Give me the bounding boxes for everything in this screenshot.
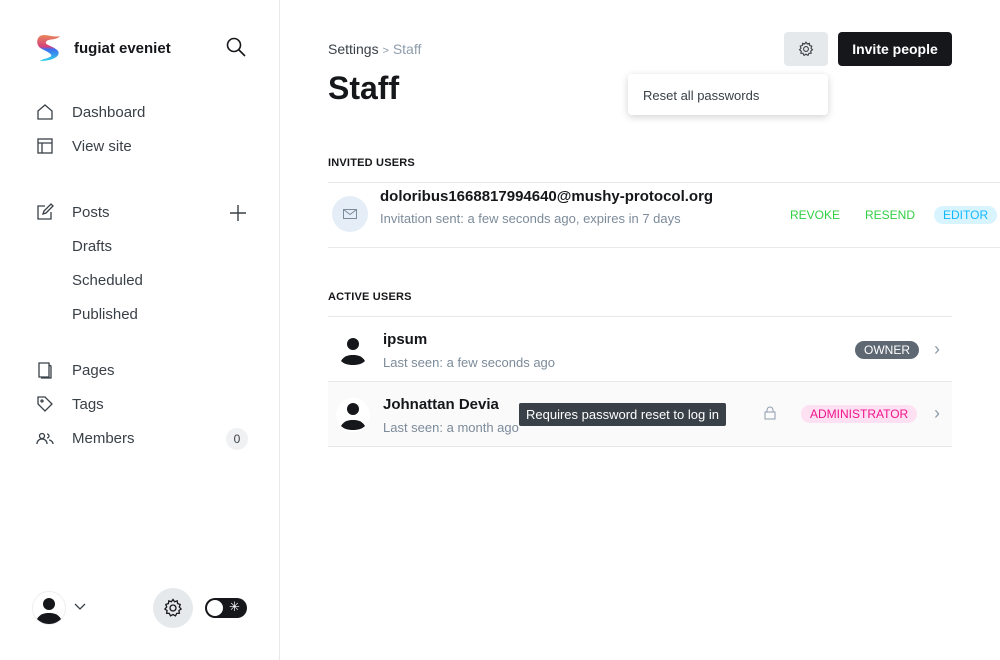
- nav-published[interactable]: Published: [72, 306, 138, 323]
- members-count: 0: [226, 428, 248, 450]
- user-meta: Last seen: a few seconds ago: [383, 355, 556, 370]
- user-avatar: [336, 398, 370, 432]
- nav-label: Dashboard: [72, 103, 146, 121]
- chevron-right-icon: ›: [934, 339, 940, 359]
- nav-scheduled[interactable]: Scheduled: [72, 272, 143, 289]
- brand-name: fugiat eveniet: [74, 39, 171, 57]
- nav-label: Pages: [72, 361, 115, 379]
- mail-icon: [332, 196, 368, 232]
- tag-icon: [37, 396, 53, 412]
- brand-logo-icon: [37, 35, 60, 61]
- nav-label: Tags: [72, 395, 104, 413]
- nav-tags[interactable]: Tags: [36, 395, 104, 413]
- edit-icon: [37, 203, 54, 220]
- nav-posts[interactable]: Posts: [36, 203, 110, 221]
- breadcrumb-current: Staff: [392, 41, 422, 57]
- settings-button[interactable]: [153, 588, 193, 628]
- chevron-right-icon: ›: [934, 403, 940, 423]
- gear-icon: [798, 41, 814, 57]
- nav-dashboard[interactable]: Dashboard: [36, 103, 145, 121]
- nav-members[interactable]: Members: [36, 429, 135, 447]
- invited-users-heading: INVITED USERS: [328, 157, 415, 169]
- user-name: ipsum: [383, 331, 428, 348]
- nav-drafts[interactable]: Drafts: [72, 238, 112, 255]
- page-icon: [38, 362, 52, 379]
- reset-passwords-item[interactable]: Reset all passwords: [643, 88, 759, 103]
- theme-toggle[interactable]: ✳: [205, 598, 247, 618]
- add-post-icon[interactable]: [229, 204, 247, 222]
- user-name: Johnattan Devia: [383, 396, 499, 413]
- user-avatar: [341, 338, 365, 365]
- layout-icon: [37, 138, 53, 154]
- revoke-button[interactable]: REVOKE: [790, 208, 840, 222]
- brand[interactable]: fugiat eveniet: [32, 32, 171, 64]
- sun-icon: ✳: [229, 599, 240, 614]
- nav-view-site[interactable]: View site: [36, 137, 132, 155]
- home-icon: [37, 104, 53, 120]
- settings-dropdown: Reset all passwords: [628, 74, 828, 115]
- members-icon: [36, 432, 54, 445]
- sidebar: fugiat eveniet Dashboard View site Posts…: [0, 0, 280, 660]
- role-badge: EDITOR: [934, 206, 998, 224]
- invited-user-row: doloribus1668817994640@mushy-protocol.or…: [328, 182, 1000, 248]
- role-badge: OWNER: [855, 341, 919, 359]
- gear-icon: [163, 598, 183, 617]
- nav-label: Members: [72, 429, 135, 447]
- chevron-down-icon[interactable]: [74, 603, 86, 611]
- page-title: Staff: [328, 70, 400, 106]
- search-icon[interactable]: [226, 37, 246, 57]
- nav-label: Posts: [72, 203, 110, 221]
- active-users-heading: ACTIVE USERS: [328, 291, 412, 303]
- nav-label: View site: [72, 137, 132, 155]
- invited-email: doloribus1668817994640@mushy-protocol.or…: [380, 188, 714, 205]
- breadcrumb: Settings > Staff: [328, 41, 421, 57]
- resend-button[interactable]: RESEND: [865, 208, 915, 222]
- role-badge: ADMINISTRATOR: [801, 405, 918, 423]
- lock-icon[interactable]: [764, 406, 776, 420]
- user-meta: Last seen: a month ago: [383, 420, 519, 435]
- tooltip: Requires password reset to log in: [519, 403, 726, 426]
- invited-meta: Invitation sent: a few seconds ago, expi…: [380, 211, 681, 226]
- breadcrumb-separator: >: [382, 45, 389, 57]
- nav-pages[interactable]: Pages: [36, 361, 115, 379]
- user-avatar[interactable]: [32, 591, 66, 625]
- user-row[interactable]: ipsum Last seen: a few seconds ago OWNER…: [328, 316, 952, 381]
- invite-people-button[interactable]: Invite people: [838, 32, 952, 66]
- staff-settings-button[interactable]: [784, 32, 828, 66]
- breadcrumb-settings[interactable]: Settings: [328, 41, 379, 57]
